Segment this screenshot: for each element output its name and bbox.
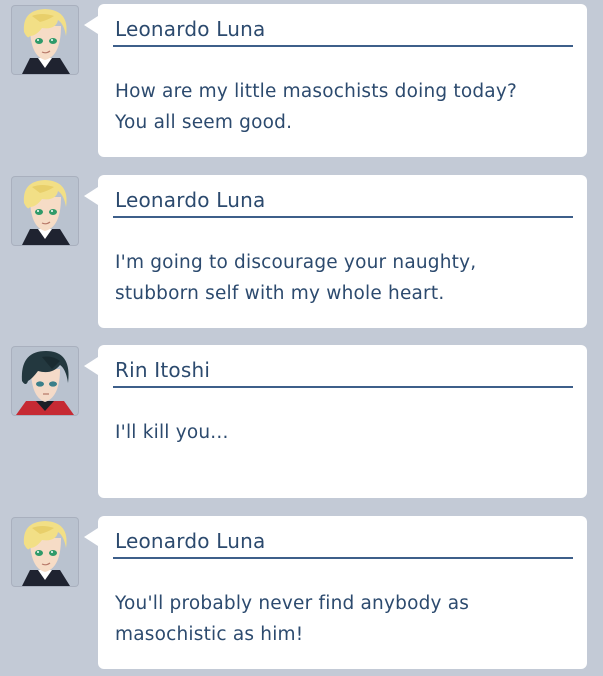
dark-haired-character-avatar xyxy=(12,347,78,415)
message-text: I'm going to discourage your naughty, st… xyxy=(115,252,477,304)
chat-message: Leonardo Luna You'll probably never find… xyxy=(0,516,603,676)
message-bubble: Leonardo Luna I'm going to discourage yo… xyxy=(84,175,587,328)
chat-message: Leonardo Luna How are my little masochis… xyxy=(0,4,603,164)
message-bubble: Rin Itoshi I'll kill you... xyxy=(84,345,587,498)
message-bubble: Leonardo Luna You'll probably never find… xyxy=(84,516,587,669)
message-text: How are my little masochists doing today… xyxy=(115,81,518,133)
name-underline xyxy=(113,45,573,47)
name-underline xyxy=(113,216,573,218)
speaker-name: Leonardo Luna xyxy=(115,17,266,41)
message-bubble: Leonardo Luna How are my little masochis… xyxy=(84,4,587,157)
message-text: I'll kill you... xyxy=(115,422,229,443)
chat-message: Leonardo Luna I'm going to discourage yo… xyxy=(0,175,603,335)
speaker-name: Leonardo Luna xyxy=(115,529,266,553)
blonde-character-avatar xyxy=(12,6,78,74)
blonde-character-avatar xyxy=(12,177,78,245)
message-text: You'll probably never find anybody as ma… xyxy=(115,593,470,645)
blonde-character-avatar xyxy=(12,518,78,586)
speaker-name: Leonardo Luna xyxy=(115,188,266,212)
chat-log[interactable]: Leonardo Luna How are my little masochis… xyxy=(0,0,603,675)
speaker-name: Rin Itoshi xyxy=(115,358,211,382)
name-underline xyxy=(113,557,573,559)
chat-message: Rin Itoshi I'll kill you... xyxy=(0,345,603,505)
name-underline xyxy=(113,386,573,388)
